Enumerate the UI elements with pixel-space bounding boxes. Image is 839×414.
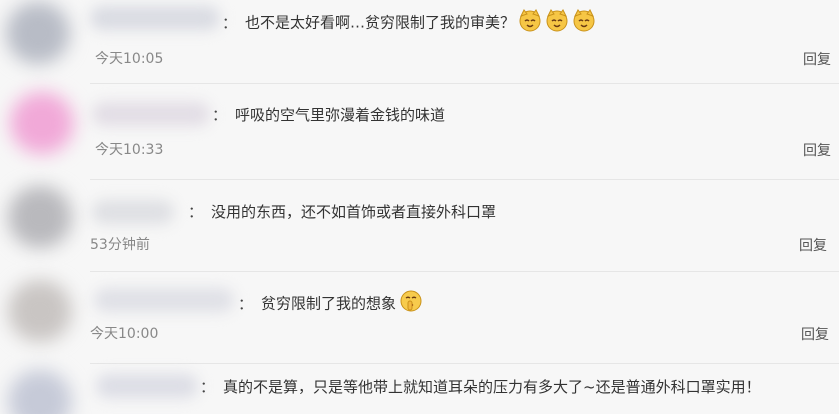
cat-face-emoji bbox=[572, 8, 596, 38]
name-separator: ： bbox=[238, 294, 254, 313]
comment-text: 没用的东西，还不如首饰或者直接外科口罩 bbox=[211, 203, 497, 221]
avatar[interactable] bbox=[8, 280, 72, 342]
reply-button[interactable]: 回复 bbox=[803, 141, 831, 161]
avatar[interactable] bbox=[8, 186, 72, 248]
avatar[interactable] bbox=[8, 370, 72, 414]
comment-text-row: ： 呼吸的空气里弥漫着金钱的味道 bbox=[212, 104, 445, 126]
comment-text: 也不是太好看啊…贫穷限制了我的审美？ bbox=[245, 13, 516, 32]
shushing-face-emoji bbox=[399, 289, 423, 319]
name-separator: ： bbox=[222, 13, 238, 32]
username-blurred[interactable] bbox=[92, 102, 210, 126]
comment-item: ： 也不是太好看啊…贫穷限制了我的审美？ 今天10:05 回复 bbox=[0, 0, 839, 84]
comment-timestamp: 今天10:00 bbox=[90, 326, 159, 342]
name-separator: ： bbox=[188, 203, 204, 221]
avatar[interactable] bbox=[10, 92, 74, 154]
comment-item: ： 没用的东西，还不如首饰或者直接外科口罩 53分钟前 回复 bbox=[0, 180, 839, 272]
username-blurred[interactable] bbox=[96, 374, 198, 398]
avatar[interactable] bbox=[6, 2, 70, 64]
comment-item: ： 呼吸的空气里弥漫着金钱的味道 今天10:33 回复 bbox=[0, 84, 839, 180]
cat-face-emoji bbox=[518, 8, 542, 38]
comment-text: 真的不是算，只是等他带上就知道耳朵的压力有多大了~还是普通外科口罩实用！ bbox=[223, 378, 761, 396]
reply-button[interactable]: 回复 bbox=[803, 50, 831, 70]
username-blurred[interactable] bbox=[94, 288, 234, 312]
username-blurred[interactable] bbox=[92, 200, 174, 224]
name-separator: ： bbox=[212, 106, 228, 124]
comment-text: 贫穷限制了我的想象 bbox=[261, 294, 397, 313]
comment-feed: ： 也不是太好看啊…贫穷限制了我的审美？ 今天10:05 回复 ： 呼吸的空气里弥漫… bbox=[0, 0, 839, 414]
comment-timestamp: 今天10:05 bbox=[95, 51, 164, 67]
reply-button[interactable]: 回复 bbox=[801, 325, 829, 345]
name-separator: ： bbox=[200, 378, 216, 396]
comment-item: ： 贫穷限制了我的想象 今天10:00 回复 bbox=[0, 272, 839, 364]
comment-timestamp: 今天10:33 bbox=[95, 142, 164, 158]
comment-timestamp: 53分钟前 bbox=[90, 237, 150, 253]
reply-button[interactable]: 回复 bbox=[799, 236, 827, 256]
comment-text: 呼吸的空气里弥漫着金钱的味道 bbox=[235, 106, 446, 124]
comment-text-row: ： 贫穷限制了我的想象 bbox=[238, 289, 423, 319]
comment-text-row: ： 没用的东西，还不如首饰或者直接外科口罩 bbox=[188, 201, 496, 223]
comment-text-row: ： 真的不是算，只是等他带上就知道耳朵的压力有多大了~还是普通外科口罩实用！ bbox=[200, 376, 761, 398]
comment-text-row: ： 也不是太好看啊…贫穷限制了我的审美？ bbox=[222, 8, 596, 38]
comment-item: ： 真的不是算，只是等他带上就知道耳朵的压力有多大了~还是普通外科口罩实用！ bbox=[0, 364, 839, 414]
cat-face-emoji bbox=[545, 8, 569, 38]
username-blurred[interactable] bbox=[90, 6, 220, 30]
